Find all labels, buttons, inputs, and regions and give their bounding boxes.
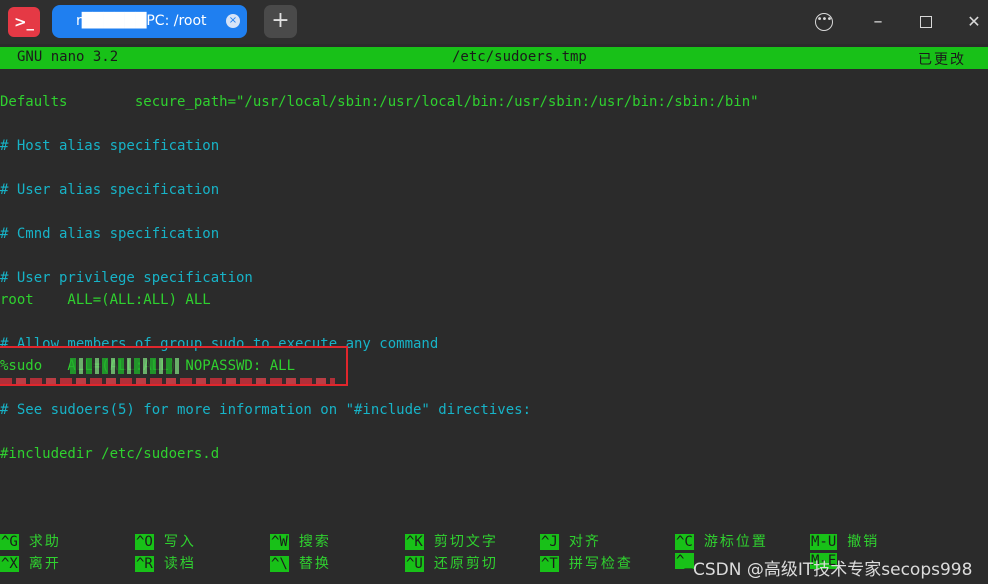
shortcut-key: ^X <box>0 556 19 572</box>
shortcut-item[interactable]: ^R 读档 <box>135 553 196 575</box>
editor-line: # See sudoers(5) for more information on… <box>0 402 532 418</box>
editor-line: root ALL=(ALL:ALL) ALL <box>0 292 211 308</box>
terminal-app-icon[interactable]: >_ <box>8 7 40 37</box>
close-window-button[interactable]: ✕ <box>962 10 986 34</box>
editor-line: # Cmnd alias specification <box>0 226 220 242</box>
shortcut-label: 搜索 <box>298 534 331 550</box>
shortcut-label: 游标位置 <box>703 534 768 550</box>
shortcut-item[interactable]: ^G 求助 <box>0 531 61 553</box>
nano-header-bar: GNU nano 3.2 /etc/sudoers.tmp 已更改 <box>0 47 988 69</box>
shortcut-key: ^T <box>540 556 559 572</box>
new-tab-button[interactable]: + <box>264 5 297 38</box>
shortcut-label: 剪切文字 <box>433 534 498 550</box>
tab-root[interactable]: r██████PC: /root × <box>52 5 247 38</box>
shortcut-label: 替换 <box>298 556 331 572</box>
shortcut-item[interactable]: ^K 剪切文字 <box>405 531 498 553</box>
minimize-button[interactable]: – <box>866 10 890 34</box>
editor-line: # User privilege specification <box>0 270 253 286</box>
watermark: CSDN @高级IT技术专家secops998 <box>693 560 973 580</box>
shortcut-key: ^\ <box>270 556 289 572</box>
shortcut-label: 离开 <box>28 556 61 572</box>
shortcut-key: ^_ <box>675 553 694 569</box>
more-icon: ••• <box>815 13 833 31</box>
shortcut-key: M-U <box>810 534 838 550</box>
shortcut-key: ^J <box>540 534 559 550</box>
tab-close-icon[interactable]: × <box>226 14 240 28</box>
shortcut-key: ^W <box>270 534 289 550</box>
shortcut-item[interactable]: ^X 离开 <box>0 553 61 575</box>
shortcut-key: ^C <box>675 534 694 550</box>
editor-buffer[interactable]: Defaults secure_path="/usr/local/sbin:/u… <box>0 91 988 465</box>
shortcut-item[interactable]: ^\ 替换 <box>270 553 331 575</box>
shortcut-item[interactable]: ^W 搜索 <box>270 531 331 553</box>
shortcut-label: 撤销 <box>847 534 880 550</box>
shortcut-label: 还原剪切 <box>433 556 498 572</box>
shortcut-item[interactable]: ^J 对齐 <box>540 531 601 553</box>
shortcut-item[interactable]: ^U 还原剪切 <box>405 553 498 575</box>
shortcut-item[interactable]: ^T 拼写检查 <box>540 553 633 575</box>
nano-modified-status: 已更改 <box>918 52 966 68</box>
shortcut-key: ^U <box>405 556 424 572</box>
shortcut-key: ^G <box>0 534 19 550</box>
nano-filename: /etc/sudoers.tmp <box>452 49 587 65</box>
tab-label: r██████PC: /root <box>76 13 207 29</box>
shortcut-item[interactable]: ^C 游标位置 <box>675 531 768 553</box>
editor-line: # Host alias specification <box>0 138 220 154</box>
editor-line: Defaults secure_path="/usr/local/sbin:/u… <box>0 94 759 110</box>
maximize-button[interactable] <box>914 10 938 34</box>
nano-version: GNU nano 3.2 <box>17 49 119 65</box>
shortcut-label: 求助 <box>28 534 61 550</box>
shortcut-key: ^O <box>135 534 154 550</box>
shortcut-label: 拼写检查 <box>568 556 633 572</box>
window-titlebar: >_ r██████PC: /root × + ••• – ✕ <box>0 0 988 44</box>
highlight-box <box>0 346 348 386</box>
shortcut-label: 写入 <box>163 534 196 550</box>
shortcut-item[interactable]: ^O 写入 <box>135 531 196 553</box>
shortcut-label: 读档 <box>163 556 196 572</box>
more-options-button[interactable]: ••• <box>812 10 836 34</box>
shortcut-key: ^R <box>135 556 154 572</box>
editor-line: #includedir /etc/sudoers.d <box>0 446 220 462</box>
editor-line: # User alias specification <box>0 182 220 198</box>
maximize-icon <box>920 16 932 28</box>
shortcut-item[interactable]: M-U 撤销 <box>810 531 879 553</box>
shortcut-label: 对齐 <box>568 534 601 550</box>
shortcut-key: ^K <box>405 534 424 550</box>
